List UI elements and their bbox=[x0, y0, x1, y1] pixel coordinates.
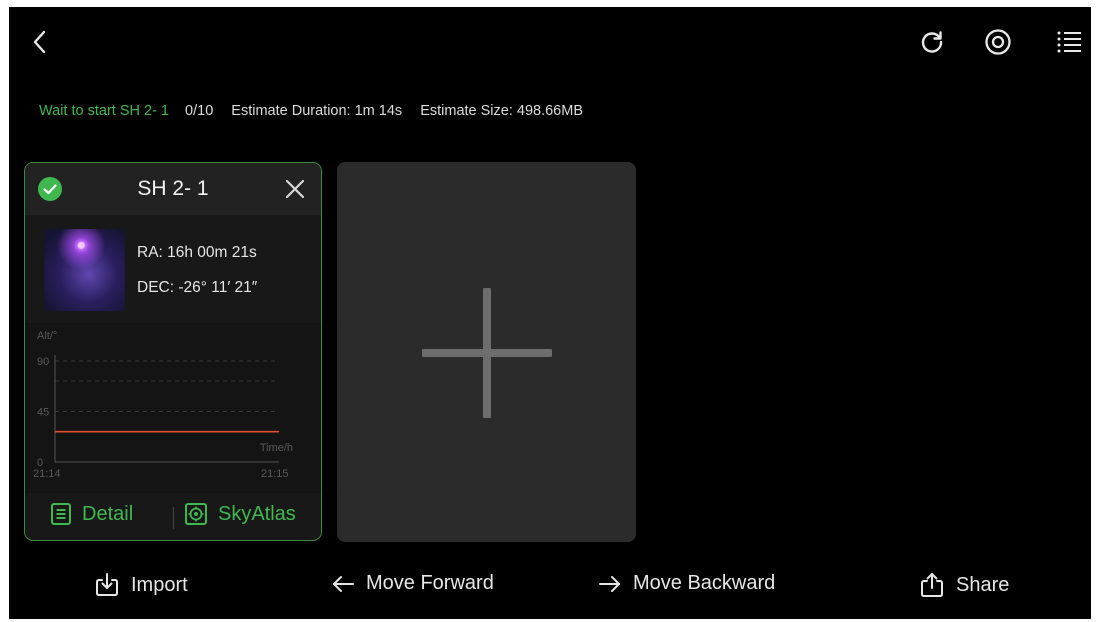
altitude-chart: Alt/° 90450 21:14 21:15 Time/h bbox=[25, 323, 321, 493]
ra-value: RA: 16h 00m 21s bbox=[137, 244, 257, 261]
status-duration: Estimate Duration: 1m 14s bbox=[231, 103, 403, 119]
y-axis-label: Alt/° bbox=[37, 330, 57, 342]
share-icon bbox=[921, 573, 943, 597]
y-tick-label: 90 bbox=[37, 356, 49, 368]
app-screen: Wait to start SH 2- 1 0/10 Estimate Dura… bbox=[9, 7, 1091, 619]
x-tick-label: 21:15 bbox=[261, 468, 289, 480]
skyatlas-icon bbox=[185, 503, 207, 525]
share-button[interactable]: Share bbox=[919, 572, 1009, 598]
document-icon bbox=[51, 503, 71, 525]
add-target-card[interactable] bbox=[337, 162, 636, 542]
detail-label: Detail bbox=[82, 502, 134, 525]
skyatlas-label: SkyAtlas bbox=[218, 502, 296, 525]
move-backward-button[interactable]: Move Backward bbox=[598, 572, 775, 595]
check-circle-icon bbox=[37, 176, 63, 207]
x-tick-label: 21:14 bbox=[33, 468, 61, 480]
import-icon bbox=[96, 573, 118, 596]
arrow-right-icon bbox=[599, 575, 620, 592]
plus-icon bbox=[422, 288, 552, 418]
status-state: Wait to start SH 2- 1 bbox=[39, 103, 169, 119]
close-icon[interactable] bbox=[284, 178, 306, 205]
y-tick-label: 45 bbox=[37, 407, 49, 419]
arrow-left-icon bbox=[333, 575, 354, 592]
target-card[interactable]: SH 2- 1 RA: 16h 00m 21s DEC: -26° 11′ 21… bbox=[24, 162, 322, 541]
status-size: Estimate Size: 498.66MB bbox=[420, 103, 583, 119]
import-button[interactable]: Import bbox=[94, 572, 188, 598]
dec-value: DEC: -26° 11′ 21″ bbox=[137, 279, 258, 296]
target-thumbnail bbox=[44, 229, 125, 311]
card-footer: Detail SkyAtlas bbox=[25, 494, 321, 540]
status-progress: 0/10 bbox=[185, 103, 214, 119]
skyatlas-button[interactable]: SkyAtlas bbox=[184, 502, 296, 526]
refresh-icon[interactable] bbox=[918, 28, 946, 56]
plan-status: Wait to start SH 2- 1 0/10 Estimate Dura… bbox=[39, 103, 597, 119]
move-forward-label: Move Forward bbox=[366, 572, 494, 594]
target-icon[interactable] bbox=[983, 27, 1013, 57]
detail-button[interactable]: Detail bbox=[50, 502, 133, 526]
share-label: Share bbox=[956, 573, 1010, 596]
list-icon[interactable] bbox=[1055, 28, 1083, 56]
card-title: SH 2- 1 bbox=[137, 177, 209, 200]
footer-divider bbox=[173, 507, 174, 529]
move-forward-button[interactable]: Move Forward bbox=[331, 572, 494, 595]
chevron-left-icon[interactable] bbox=[31, 29, 49, 55]
import-label: Import bbox=[131, 573, 188, 596]
x-axis-label: Time/h bbox=[260, 442, 293, 454]
move-backward-label: Move Backward bbox=[633, 572, 776, 594]
card-header: SH 2- 1 bbox=[25, 163, 321, 215]
